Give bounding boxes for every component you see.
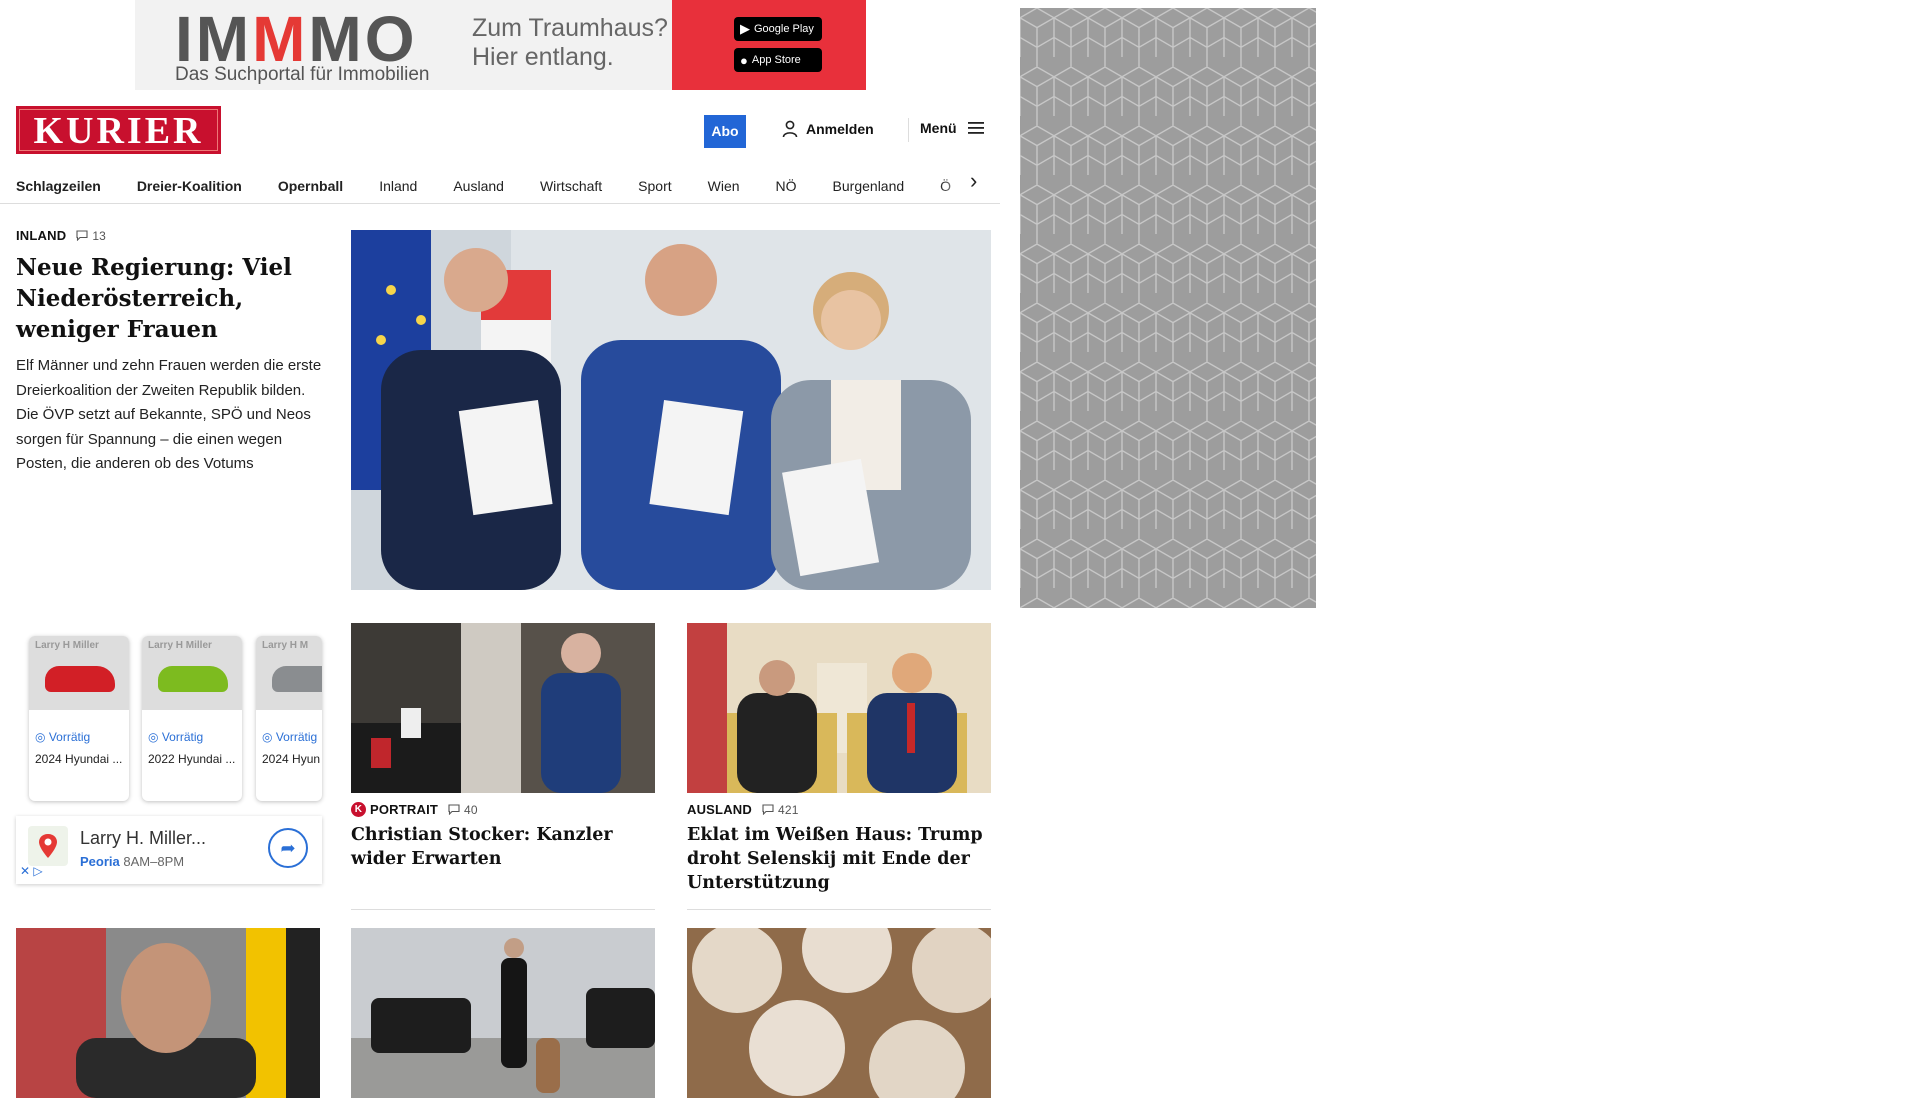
car-model: 2024 Hyundai ... (35, 752, 123, 766)
main-kicker: INLAND 13 (16, 228, 322, 243)
main-teaser: Elf Männer und zehn Frauen werden die er… (16, 357, 322, 472)
login-label: Anmelden (806, 121, 874, 137)
hamburger-icon (967, 122, 984, 134)
selenskij-photo (16, 928, 320, 1098)
ad-banner[interactable]: IMMMO Das Suchportal für Immobilien Zum … (135, 0, 866, 90)
card-headline[interactable]: Eklat im Weißen Haus: Trump droht Selens… (687, 823, 991, 895)
nav-item-inland[interactable]: Inland (379, 178, 417, 194)
ad-slogan: Zum Traumhaus? Hier entlang. (472, 14, 668, 71)
comment-icon (762, 804, 774, 815)
map-pin-icon (28, 826, 68, 866)
nav-item-sport[interactable]: Sport (638, 178, 671, 194)
menu-button[interactable]: Menü (920, 120, 985, 136)
gray-car (272, 666, 322, 692)
stock-status: ◎ Vorrätig (35, 730, 91, 744)
app-store-button[interactable]: ● App Store (734, 48, 822, 72)
main-category: INLAND (16, 228, 67, 243)
nav-item-noe[interactable]: NÖ (776, 178, 797, 194)
government-photo (351, 230, 991, 590)
article-image[interactable] (351, 623, 655, 793)
stock-status: ◎ Vorrätig (148, 730, 204, 744)
user-icon (782, 120, 798, 138)
main-article-image[interactable] (351, 230, 991, 590)
apple-icon: ● (740, 52, 748, 68)
article-image[interactable] (687, 928, 991, 1098)
card-comments[interactable]: 40 (448, 803, 478, 817)
abo-button[interactable]: Abo (704, 115, 746, 148)
card-comments[interactable]: 421 (762, 803, 799, 817)
menu-label: Menü (920, 120, 957, 136)
side-ad[interactable] (1020, 8, 1316, 608)
article-card[interactable]: AUSLAND 421 Eklat im Weißen Haus: Trump … (687, 623, 991, 895)
dealer-name: Larry H. Miller... (80, 828, 207, 848)
directions-icon[interactable]: ➦ (268, 828, 308, 868)
dealer-hours: Peoria 8AM–8PM (80, 854, 185, 869)
article-card[interactable]: K PORTRAIT 40 Christian Stocker: Kanzler… (351, 623, 655, 871)
car-image: Larry H Miller (29, 636, 129, 710)
car-image: Larry H Miller (142, 636, 242, 710)
car-dealer-ad[interactable]: Larry H Miller ◎ Vorrätig 2024 Hyundai .… (16, 624, 322, 884)
google-play-button[interactable]: ▶ Google Play (734, 17, 822, 41)
main-headline[interactable]: Neue Regierung: Viel Niederösterreich, w… (16, 252, 322, 345)
street-photo (351, 928, 655, 1098)
ad-tagline: Das Suchportal für Immobilien (175, 64, 430, 85)
card-headline[interactable]: Christian Stocker: Kanzler wider Erwarte… (351, 823, 655, 871)
nav-item-wirtschaft[interactable]: Wirtschaft (540, 178, 602, 194)
article-image[interactable] (687, 623, 991, 793)
main-article[interactable]: INLAND 13 Neue Regierung: Viel Niederöst… (16, 228, 322, 477)
nav-item-dreier-koalition[interactable]: Dreier-Koalition (137, 178, 242, 194)
ad-choices-icon[interactable]: ✕ ▷ (20, 864, 43, 878)
krapfen-photo (687, 928, 991, 1098)
card-divider (351, 909, 655, 910)
nav-scroll-right-icon[interactable]: › (970, 168, 977, 194)
nav-item-schlagzeilen[interactable]: Schlagzeilen (16, 178, 101, 194)
kurier-plus-badge: K (351, 802, 366, 817)
card-category: PORTRAIT (370, 802, 439, 817)
nav-item-burgenland[interactable]: Burgenland (833, 178, 905, 194)
nav-divider-line (0, 203, 1000, 204)
red-car (45, 666, 115, 692)
main-comments[interactable]: 13 (76, 229, 106, 243)
stocker-photo (351, 623, 655, 793)
car-model: 2022 Hyundai ... (148, 752, 236, 766)
card-kicker: AUSLAND 421 (687, 802, 991, 817)
cube-pattern (1020, 8, 1316, 608)
card-category: AUSLAND (687, 802, 752, 817)
article-image[interactable] (16, 928, 320, 1098)
car-card[interactable]: Larry H Miller ◎ Vorrätig 2024 Hyundai .… (29, 636, 129, 801)
white-house-photo (687, 623, 991, 793)
dealer-location[interactable]: Larry H. Miller... Peoria 8AM–8PM ➦ ✕ ▷ (16, 816, 322, 884)
comment-icon (76, 230, 88, 241)
nav-item-opernball[interactable]: Opernball (278, 178, 343, 194)
card-divider (687, 909, 991, 910)
nav-fade (940, 166, 990, 204)
play-icon: ▶ (740, 21, 750, 36)
nav-item-ausland[interactable]: Ausland (453, 178, 504, 194)
card-kicker: K PORTRAIT 40 (351, 802, 655, 817)
car-image: Larry H M (256, 636, 322, 710)
main-comment-count: 13 (92, 228, 107, 243)
login-button[interactable]: Anmelden (782, 120, 874, 138)
site-logo[interactable]: KURIER (16, 106, 221, 154)
car-card[interactable]: Larry H Miller ◎ Vorrätig 2022 Hyundai .… (142, 636, 242, 801)
comment-icon (448, 804, 460, 815)
car-model: 2024 Hyun (262, 752, 321, 766)
green-car (158, 666, 228, 692)
menu-divider (908, 118, 909, 142)
article-image[interactable] (351, 928, 655, 1098)
nav-item-wien[interactable]: Wien (708, 178, 740, 194)
stock-status: ◎ Vorrätig (262, 730, 318, 744)
car-card[interactable]: Larry H M ◎ Vorrätig 2024 Hyun (256, 636, 322, 801)
ad-red-panel: ▶ Google Play ● App Store (672, 0, 866, 90)
section-nav: Schlagzeilen Dreier-Koalition Opernball … (16, 168, 986, 204)
